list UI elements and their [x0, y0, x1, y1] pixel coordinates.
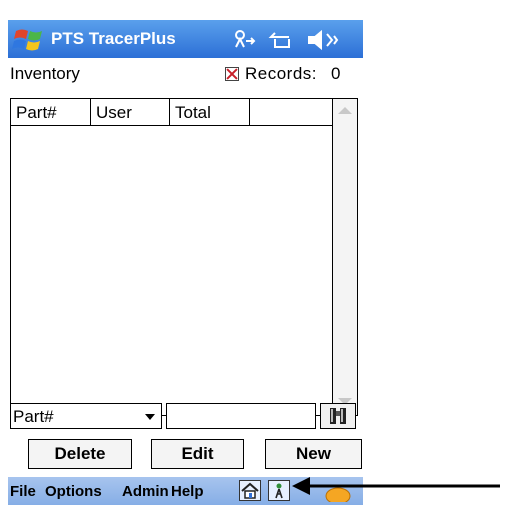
column-header-part[interactable]: Part# — [11, 99, 91, 125]
records-count: 0 — [331, 64, 341, 83]
windows-start-icon[interactable] — [12, 25, 46, 53]
search-input[interactable] — [166, 403, 316, 429]
menu-help[interactable]: Help — [171, 483, 204, 500]
records-grid[interactable]: Part# User Total — [10, 98, 358, 416]
search-field-select[interactable]: Part# — [10, 403, 162, 429]
form-name: Inventory — [10, 64, 80, 83]
menu-options[interactable]: Options — [45, 483, 102, 500]
find-button[interactable] — [320, 403, 356, 429]
grid-header: Part# User Total — [11, 99, 355, 126]
edit-button[interactable]: Edit — [151, 439, 244, 469]
annotation-arrow-icon — [292, 477, 500, 495]
delete-button[interactable]: Delete — [28, 439, 132, 469]
chevron-down-icon[interactable] — [145, 414, 155, 420]
binoculars-icon — [330, 408, 346, 424]
speaker-icon — [308, 29, 339, 51]
new-button[interactable]: New — [265, 439, 362, 469]
home-button[interactable] — [239, 480, 261, 501]
menu-admin[interactable]: Admin — [122, 483, 169, 500]
menu-file[interactable]: File — [10, 483, 36, 500]
app-title: PTS TracerPlus — [51, 29, 176, 48]
tower-icon — [275, 483, 283, 499]
connectivity-icon — [235, 30, 256, 48]
tower-button[interactable] — [268, 480, 290, 501]
search-field-selected: Part# — [13, 407, 54, 426]
form-header: Inventory Records: 0 — [8, 60, 363, 88]
home-icon — [241, 482, 259, 499]
grid-body[interactable] — [11, 126, 333, 415]
column-header-user[interactable]: User — [91, 99, 170, 125]
grid-scrollbar[interactable] — [332, 99, 357, 415]
column-header-total[interactable]: Total — [170, 99, 250, 125]
pocketpc-screen: PTS TracerPlus Inventory Records: 0 Part… — [8, 20, 363, 505]
scroll-up-icon[interactable] — [338, 107, 352, 114]
title-bar: PTS TracerPlus — [8, 20, 363, 58]
signal-icon — [268, 32, 290, 48]
records-label: Records: — [245, 64, 318, 83]
records-status-icon — [225, 67, 239, 81]
status-tray[interactable] — [231, 27, 351, 53]
